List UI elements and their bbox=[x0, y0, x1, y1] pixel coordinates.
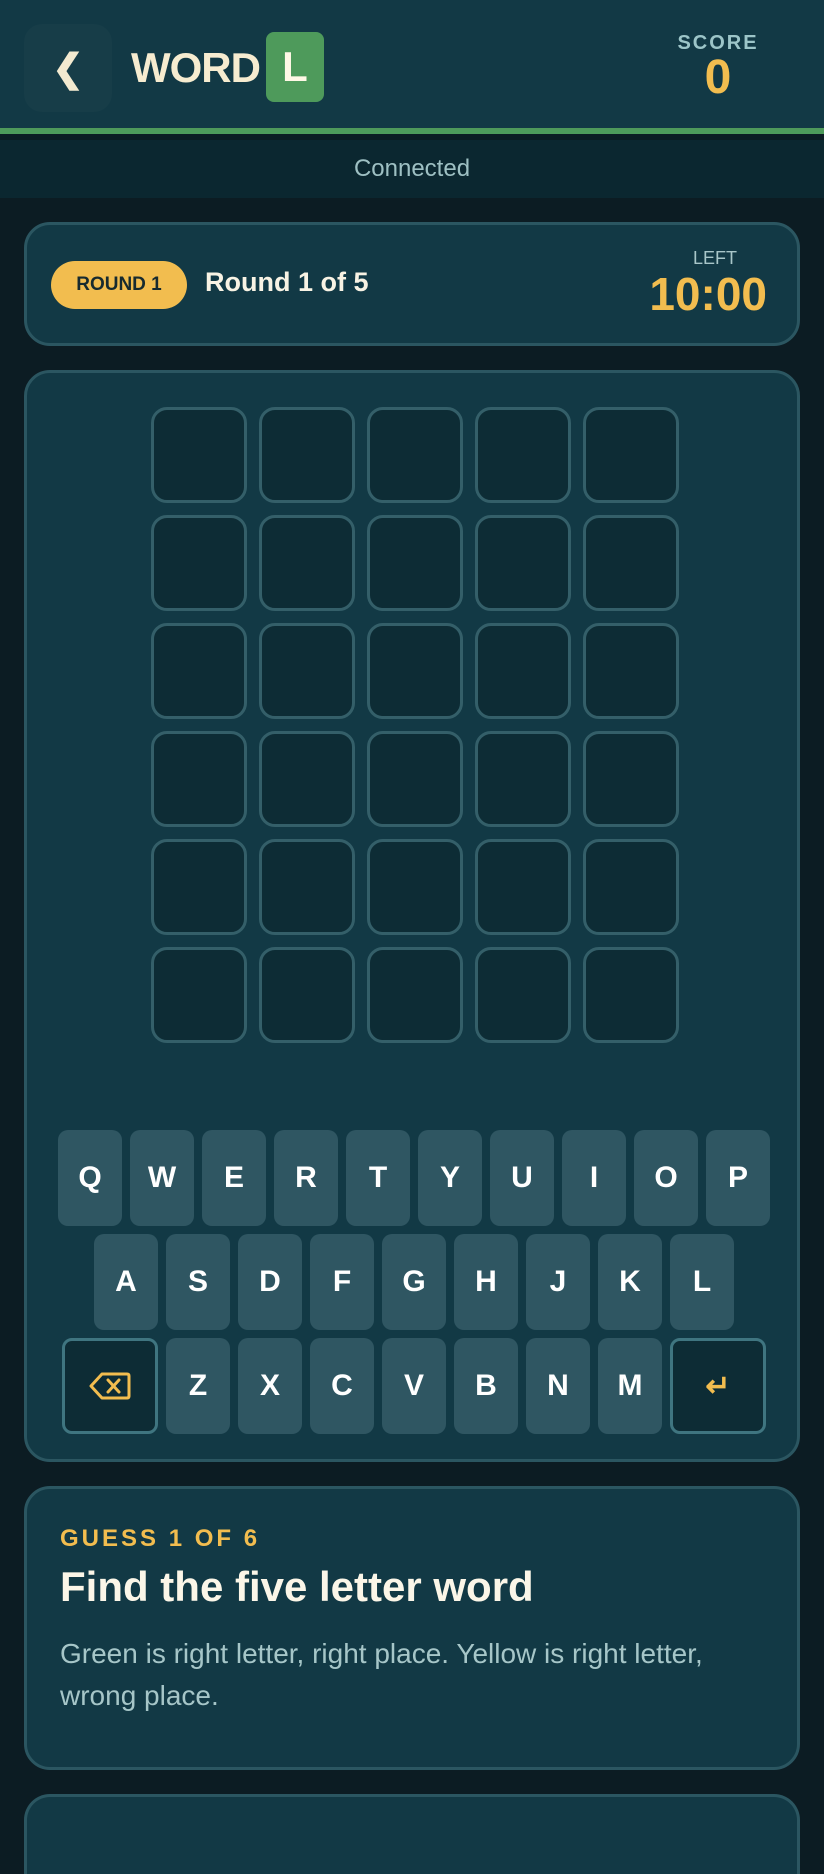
letter-tile bbox=[367, 839, 463, 935]
key-o[interactable]: O bbox=[634, 1130, 698, 1226]
game-panel: Q W E R T Y U I O P A S D F G H J K L Z X C V B N M ↵ bbox=[24, 370, 800, 1462]
letter-tile bbox=[475, 731, 571, 827]
enter-icon: ↵ bbox=[705, 1369, 731, 1403]
letter-tile bbox=[367, 407, 463, 503]
key-e[interactable]: E bbox=[202, 1130, 266, 1226]
key-c[interactable]: C bbox=[310, 1338, 374, 1434]
back-button[interactable]: ❮ bbox=[24, 24, 112, 112]
key-a[interactable]: A bbox=[94, 1234, 158, 1330]
instructions-card: GUESS 1 OF 6 Find the five letter word G… bbox=[24, 1486, 800, 1770]
key-d[interactable]: D bbox=[238, 1234, 302, 1330]
enter-key[interactable]: ↵ bbox=[670, 1338, 766, 1434]
letter-tile bbox=[475, 407, 571, 503]
key-l[interactable]: L bbox=[670, 1234, 734, 1330]
letter-tile bbox=[583, 407, 679, 503]
connection-status: Connected bbox=[0, 140, 824, 198]
letter-tile bbox=[475, 839, 571, 935]
app-header: ❮ WORD L SCORE 0 bbox=[0, 0, 824, 134]
chevron-left-icon: ❮ bbox=[52, 47, 84, 90]
letter-tile bbox=[367, 623, 463, 719]
key-u[interactable]: U bbox=[490, 1130, 554, 1226]
backspace-icon bbox=[89, 1372, 131, 1400]
key-n[interactable]: N bbox=[526, 1338, 590, 1434]
logo-tile: L bbox=[266, 32, 324, 102]
letter-tile bbox=[367, 515, 463, 611]
instructions-title: Find the five letter word bbox=[60, 1563, 534, 1610]
round-card: ROUND 1 Round 1 of 5 LEFT 10:00 bbox=[24, 222, 800, 346]
next-card bbox=[24, 1794, 800, 1874]
key-b[interactable]: B bbox=[454, 1338, 518, 1434]
letter-tile bbox=[151, 839, 247, 935]
key-r[interactable]: R bbox=[274, 1130, 338, 1226]
key-t[interactable]: T bbox=[346, 1130, 410, 1226]
key-q[interactable]: Q bbox=[58, 1130, 122, 1226]
letter-tile bbox=[367, 731, 463, 827]
letter-tile bbox=[583, 947, 679, 1043]
key-x[interactable]: X bbox=[238, 1338, 302, 1434]
key-w[interactable]: W bbox=[130, 1130, 194, 1226]
letter-tile bbox=[475, 515, 571, 611]
letter-tile bbox=[583, 623, 679, 719]
letter-tile bbox=[151, 947, 247, 1043]
backspace-key[interactable] bbox=[62, 1338, 158, 1434]
key-f[interactable]: F bbox=[310, 1234, 374, 1330]
key-s[interactable]: S bbox=[166, 1234, 230, 1330]
letter-tile bbox=[151, 407, 247, 503]
score-value: 0 bbox=[704, 51, 732, 104]
countdown-timer: 10:00 bbox=[649, 268, 767, 320]
letter-tile bbox=[151, 623, 247, 719]
letter-tile bbox=[259, 731, 355, 827]
key-v[interactable]: V bbox=[382, 1338, 446, 1434]
letter-tile bbox=[259, 947, 355, 1043]
key-p[interactable]: P bbox=[706, 1130, 770, 1226]
instructions-description: Green is right letter, right place. Yell… bbox=[60, 1638, 703, 1711]
letter-tile bbox=[583, 515, 679, 611]
guess-counter: GUESS 1 OF 6 bbox=[60, 1525, 261, 1552]
key-i[interactable]: I bbox=[562, 1130, 626, 1226]
key-j[interactable]: J bbox=[526, 1234, 590, 1330]
letter-tile bbox=[259, 407, 355, 503]
letter-tile bbox=[259, 515, 355, 611]
letter-tile bbox=[367, 947, 463, 1043]
letter-tile bbox=[151, 731, 247, 827]
letter-tile bbox=[151, 515, 247, 611]
letter-tile bbox=[475, 623, 571, 719]
letter-tile bbox=[259, 839, 355, 935]
letter-tile bbox=[583, 839, 679, 935]
key-k[interactable]: K bbox=[598, 1234, 662, 1330]
key-m[interactable]: M bbox=[598, 1338, 662, 1434]
key-y[interactable]: Y bbox=[418, 1130, 482, 1226]
round-badge: ROUND 1 bbox=[51, 261, 187, 309]
letter-tile bbox=[259, 623, 355, 719]
time-left-label: LEFT bbox=[692, 248, 737, 268]
letter-tile bbox=[475, 947, 571, 1043]
key-z[interactable]: Z bbox=[166, 1338, 230, 1434]
key-g[interactable]: G bbox=[382, 1234, 446, 1330]
round-progress-text: Round 1 of 5 bbox=[205, 267, 369, 297]
logo-text: WORD bbox=[131, 44, 261, 91]
letter-tile bbox=[583, 731, 679, 827]
key-h[interactable]: H bbox=[454, 1234, 518, 1330]
